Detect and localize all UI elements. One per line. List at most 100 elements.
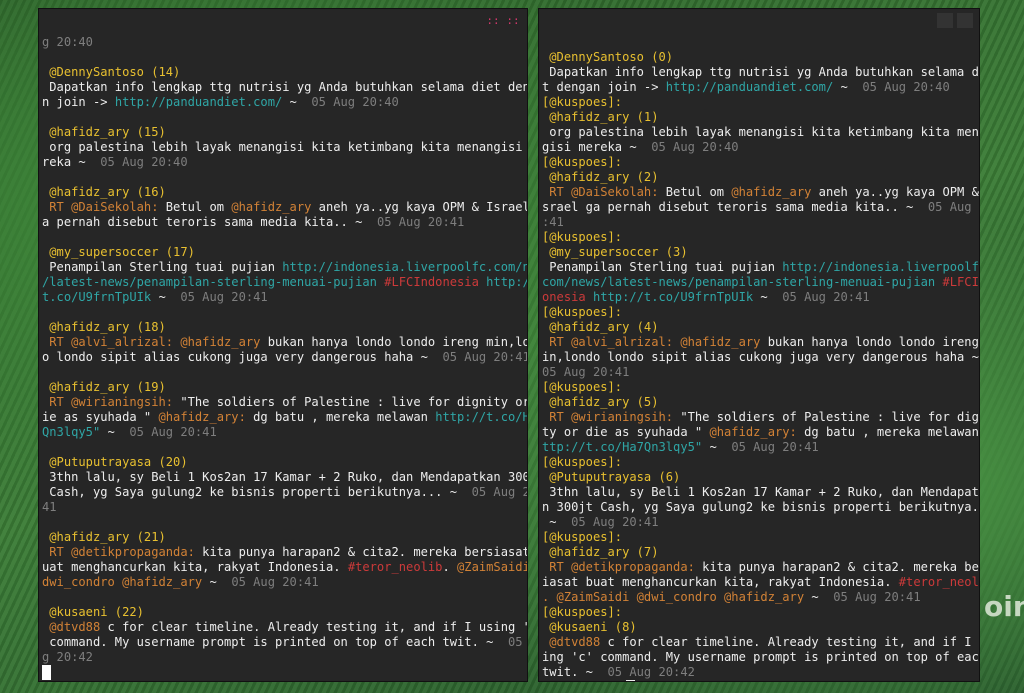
timeline-output-right: @DennySantoso (0) Dapatkan info lengkap … xyxy=(542,35,979,681)
hashtag[interactable]: onesia xyxy=(542,290,586,304)
tweet-link[interactable]: http://t.co/U9frnTpUIk xyxy=(586,290,753,304)
tweet-link[interactable]: http://panduandiet.com/ xyxy=(115,95,282,109)
output-line: RT @DaiSekolah: Betul om @hafidz_ary ane… xyxy=(542,185,979,200)
output-line: g 20:40 xyxy=(42,35,527,50)
tile-icon[interactable]: :: xyxy=(505,13,521,28)
hashtag[interactable]: #teror_neolib xyxy=(899,575,979,589)
tweet-text: command. My username prompt is printed o… xyxy=(42,635,508,649)
mention[interactable]: @hafidz_ary: xyxy=(709,425,796,439)
timestamp: 05 Aug 20:41 xyxy=(731,440,819,454)
output-line: onesia http://t.co/U9frnTpUIk ~ 05 Aug 2… xyxy=(542,290,979,305)
hashtag[interactable]: #LFCIndonesia xyxy=(384,275,479,289)
timestamp: 05 Aug 20:41 xyxy=(180,290,268,304)
tweet-text: "The soldiers of Palestine : live for di… xyxy=(673,410,979,424)
mention[interactable]: RT @alvi_alrizal: xyxy=(542,335,673,349)
timestamp: 05 Aug 20:41 xyxy=(231,575,319,589)
output-line: RT @DaiSekolah: Betul om @hafidz_ary ane… xyxy=(42,200,527,215)
timestamp: 05 Aug 20:41 xyxy=(833,590,921,604)
mention[interactable]: @dtvd88 xyxy=(42,620,100,634)
tweet-link[interactable]: t.co/U9frnTpUIk xyxy=(42,290,151,304)
mention[interactable]: @hafidz_ary xyxy=(180,335,260,349)
output-line: n 300jt Cash, yg Saya gulung2 ke bisnis … xyxy=(542,500,979,515)
tweet-link[interactable]: ttp://t.co/Ha7Qn3lqy5" xyxy=(542,440,702,454)
tweet-link[interactable]: http://panduandiet.com/ xyxy=(666,80,833,94)
tweet-link[interactable]: http://t.co/Ha7 xyxy=(435,410,527,424)
username: @hafidz_ary (15) xyxy=(42,125,166,139)
output-line: @hafidz_ary (4) xyxy=(542,320,979,335)
mention[interactable]: RT @DaiSekolah: xyxy=(42,200,158,214)
tweet-text: iasat buat menghancurkan kita, rakyat In… xyxy=(542,575,899,589)
output-line: @my_supersoccer (3) xyxy=(542,245,979,260)
tweet-link[interactable]: http://indonesia.liverpoolfc.com/news xyxy=(282,260,527,274)
close-icon[interactable] xyxy=(957,13,973,28)
tile-icon[interactable]: :: xyxy=(485,13,501,28)
output-line: 05 Aug 20:41 xyxy=(542,365,979,380)
tweet-text: Dapatkan info lengkap ttg nutrisi yg And… xyxy=(542,65,979,79)
mention[interactable]: RT @detikpropaganda: xyxy=(42,545,195,559)
tweet-text: ~ xyxy=(702,440,732,454)
mention[interactable]: RT @wirianingsih: xyxy=(42,395,173,409)
tweet-link[interactable]: /latest-news/penampilan-sterling-menuai-… xyxy=(42,275,384,289)
output-line: Dapatkan info lengkap ttg nutrisi yg And… xyxy=(542,65,979,80)
output-line: Dapatkan info lengkap ttg nutrisi yg And… xyxy=(42,80,527,95)
mention[interactable]: dwi_condro @hafidz_ary xyxy=(42,575,202,589)
output-line: ie as syuhada " @hafidz_ary: dg batu , m… xyxy=(42,410,527,425)
mention[interactable]: @hafidz_ary xyxy=(680,335,760,349)
mention[interactable]: RT @alvi_alrizal: xyxy=(42,335,173,349)
timestamp: 05 Aug 20:40 xyxy=(100,155,188,169)
mention[interactable]: RT @wirianingsih: xyxy=(542,410,673,424)
mention[interactable]: . @ZaimSaidi @dwi_condro @hafidz_ary xyxy=(542,590,804,604)
output-line: @hafidz_ary (16) xyxy=(42,185,527,200)
output-line: iasat buat menghancurkan kita, rakyat In… xyxy=(542,575,979,590)
tweet-text: aneh ya..yg kaya OPM & I xyxy=(811,185,979,199)
hashtag[interactable]: #teror_neolib xyxy=(348,560,443,574)
mention[interactable]: @hafidz_ary xyxy=(231,200,311,214)
timestamp: g 20:42 xyxy=(42,650,93,664)
username: @kusaeni (22) xyxy=(42,605,144,619)
mention[interactable]: @hafidz_ary xyxy=(731,185,811,199)
tweet-text: uat menghancurkan kita, rakyat Indonesia… xyxy=(42,560,348,574)
tweet-text: org palestina lebih layak menangisi kita… xyxy=(42,140,527,154)
output-line: [@kuspoes]: xyxy=(542,305,979,320)
timestamp: 05 Aug 20 xyxy=(927,200,979,214)
minimize-icon[interactable] xyxy=(937,13,953,28)
mention[interactable]: RT @detikpropaganda: xyxy=(542,560,695,574)
input-line[interactable] xyxy=(42,665,527,680)
tweet-text: n join -> xyxy=(42,95,115,109)
wallpaper-logo-text: oin xyxy=(984,590,1024,623)
mention[interactable]: @dtvd88 xyxy=(542,635,600,649)
tweet-link[interactable]: http:// xyxy=(479,275,527,289)
mention[interactable]: @hafidz_ary: xyxy=(159,410,246,424)
tweet-link[interactable]: http://indonesia.liverpoolfc. xyxy=(782,260,979,274)
output-line: @hafidz_ary (18) xyxy=(42,320,527,335)
tweet-text: Penampilan Sterling tuai pujian xyxy=(542,260,783,274)
output-line: gisi mereka ~ 05 Aug 20:40 xyxy=(542,140,979,155)
output-line: 3thn lalu, sy Beli 1 Kos2an 17 Kamar + 2… xyxy=(42,470,527,485)
tweet-link[interactable]: com/news/latest-news/penampilan-sterling… xyxy=(542,275,942,289)
shell-prompt: [@kuspoes]: xyxy=(542,380,623,394)
tweet-text: in,londo londo sipit alias cukong juga v… xyxy=(542,350,979,364)
text-cursor[interactable] xyxy=(42,665,51,680)
mention[interactable]: @ZaimSaidi @ xyxy=(450,560,527,574)
output-line: @hafidz_ary (19) xyxy=(42,380,527,395)
terminal-window-right[interactable]: @DennySantoso (0) Dapatkan info lengkap … xyxy=(538,8,980,682)
terminal-window-left[interactable]: :: :: g 20:40 @DennySantoso (14) Dapatka… xyxy=(38,8,528,682)
timestamp: 41 xyxy=(42,500,57,514)
timestamp: g 20:40 xyxy=(42,35,93,49)
text-cursor[interactable] xyxy=(626,680,636,681)
output-line: @DennySantoso (14) xyxy=(42,65,527,80)
tweet-text: ~ xyxy=(542,515,572,529)
hashtag[interactable]: #LFCInd xyxy=(942,275,979,289)
output-line: ~ 05 Aug 20:41 xyxy=(542,515,979,530)
output-line: [@kuspoes]: xyxy=(542,230,979,245)
tweet-text: ~ xyxy=(804,590,834,604)
output-line: RT @detikpropaganda: kita punya harapan2… xyxy=(542,560,979,575)
tweet-text: dg batu , mereka melawan xyxy=(796,425,979,439)
mention[interactable]: RT @DaiSekolah: xyxy=(542,185,658,199)
tweet-link[interactable]: Qn3lqy5" xyxy=(42,425,100,439)
shell-prompt: [@kuspoes]: xyxy=(542,95,623,109)
output-line: [@kuspoes]: xyxy=(542,530,979,545)
output-line: srael ga pernah disebut teroris sama med… xyxy=(542,200,979,215)
tweet-text: a pernah disebut teroris sama media kita… xyxy=(42,215,377,229)
